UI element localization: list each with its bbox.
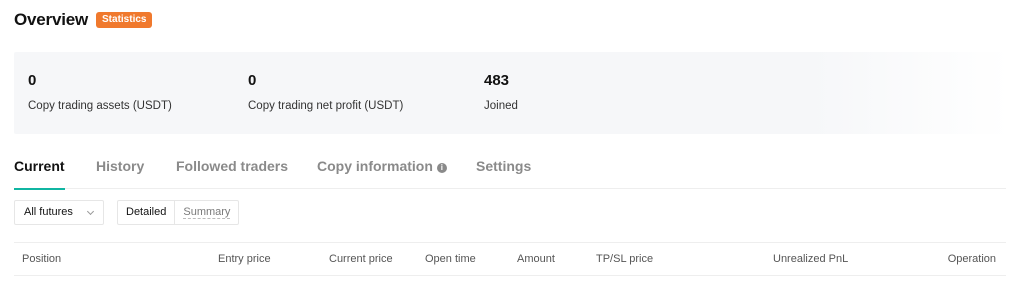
column-operation: Operation <box>947 253 996 265</box>
stat-net-profit: 0 Copy trading net profit (USDT) <box>248 72 403 113</box>
column-entry-price: Entry price <box>218 253 271 265</box>
view-toggle: Detailed Summary <box>117 200 240 225</box>
table-header: Position Entry price Current price Open … <box>14 242 1006 276</box>
detailed-button[interactable]: Detailed <box>118 201 174 224</box>
stat-value: 483 <box>484 72 510 89</box>
stat-value: 0 <box>28 72 37 89</box>
stat-value: 0 <box>248 72 257 89</box>
tab-settings[interactable]: Settings <box>476 156 531 189</box>
column-current-price: Current price <box>329 253 393 265</box>
overview-header: Overview Statistics <box>14 8 153 32</box>
stats-panel: 0 Copy trading assets (USDT) 0 Copy trad… <box>14 52 1010 134</box>
stat-joined: 483 Joined <box>484 72 518 113</box>
tab-label: Copy information <box>317 158 433 174</box>
stat-label: Joined <box>484 100 518 112</box>
stat-label: Copy trading net profit (USDT) <box>248 100 404 112</box>
column-unrealized-pnl: Unrealized PnL <box>773 253 849 265</box>
tab-followed-traders[interactable]: Followed traders <box>176 156 288 189</box>
tab-history[interactable]: History <box>96 156 144 189</box>
column-amount: Amount <box>517 253 555 265</box>
column-open-time: Open time <box>425 253 476 265</box>
stat-label: Copy trading assets (USDT) <box>28 100 172 112</box>
info-icon[interactable]: i <box>436 163 447 173</box>
filter-label: All futures <box>24 206 73 218</box>
column-position: Position <box>22 253 62 265</box>
summary-button[interactable]: Summary <box>174 201 238 224</box>
futures-filter-dropdown[interactable]: All futures <box>14 200 104 225</box>
column-tp-sl-price: TP/SL price <box>596 253 654 265</box>
chevron-down-icon <box>86 207 95 216</box>
tab-current[interactable]: Current <box>14 156 65 190</box>
tab-copy-information[interactable]: Copy information i <box>317 156 447 189</box>
stat-copy-trading-assets: 0 Copy trading assets (USDT) <box>28 72 172 113</box>
statistics-badge[interactable]: Statistics <box>96 12 153 28</box>
page-title: Overview <box>14 10 89 29</box>
tab-bar: Current History Followed traders Copy in… <box>14 156 1006 190</box>
